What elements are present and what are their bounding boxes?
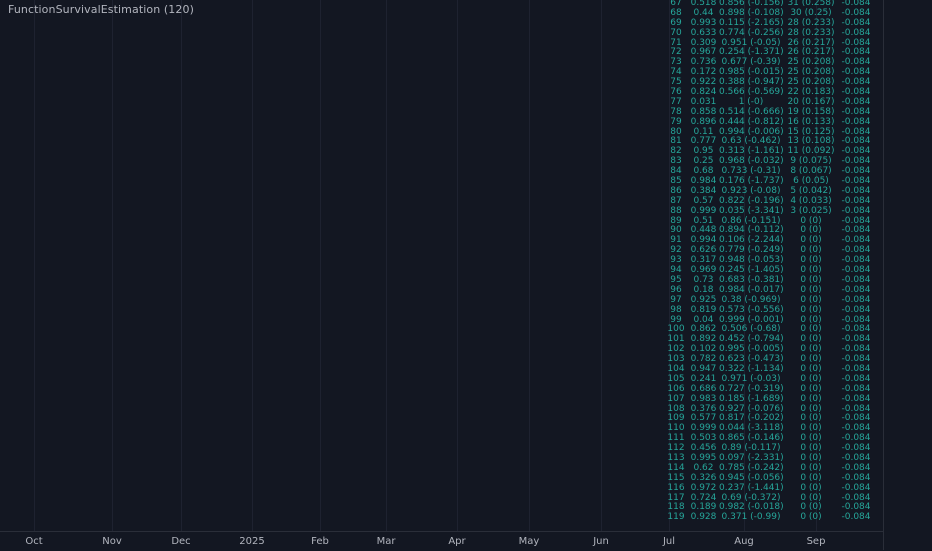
time-axis-label: Aug bbox=[734, 536, 754, 547]
vertical-grid-line bbox=[181, 0, 182, 531]
table-cell-index: 119 bbox=[667, 512, 685, 523]
time-axis[interactable]: Oct Nov Dec 2025 Feb Mar Apr May Jun Jul Aug Sep bbox=[0, 531, 883, 551]
vertical-grid-line bbox=[529, 0, 530, 531]
time-axis-label: Nov bbox=[102, 536, 122, 547]
indicator-title[interactable]: FunctionSurvivalEstimation (120) bbox=[8, 3, 194, 16]
chart-pane[interactable]: FunctionSurvivalEstimation (120) 67 0.518… bbox=[0, 0, 883, 531]
vertical-grid-line bbox=[112, 0, 113, 531]
price-scale[interactable] bbox=[883, 0, 932, 550]
time-axis-label: Oct bbox=[25, 536, 43, 547]
table-cell-survival: 0.371 (-0.99) bbox=[721, 512, 781, 523]
time-axis-label: Sep bbox=[806, 536, 826, 547]
table-cell-count: 0 (0) bbox=[800, 512, 822, 523]
vertical-grid-line bbox=[252, 0, 253, 531]
time-axis-label: Mar bbox=[376, 536, 396, 547]
vertical-grid-line bbox=[386, 0, 387, 531]
time-axis-label: May bbox=[518, 536, 540, 547]
time-axis-label: 2025 bbox=[239, 536, 265, 547]
table-cell-score: -0.084 bbox=[841, 512, 871, 523]
vertical-grid-line bbox=[34, 0, 35, 531]
time-axis-label: Jun bbox=[593, 536, 609, 547]
table-cell-value: 0.928 bbox=[690, 512, 717, 523]
vertical-grid-line bbox=[601, 0, 602, 531]
vertical-grid-line bbox=[320, 0, 321, 531]
time-axis-label: Jul bbox=[662, 536, 676, 547]
time-axis-label: Feb bbox=[311, 536, 329, 547]
time-axis-label: Dec bbox=[171, 536, 191, 547]
time-axis-label: Apr bbox=[448, 536, 466, 547]
vertical-grid-line bbox=[457, 0, 458, 531]
